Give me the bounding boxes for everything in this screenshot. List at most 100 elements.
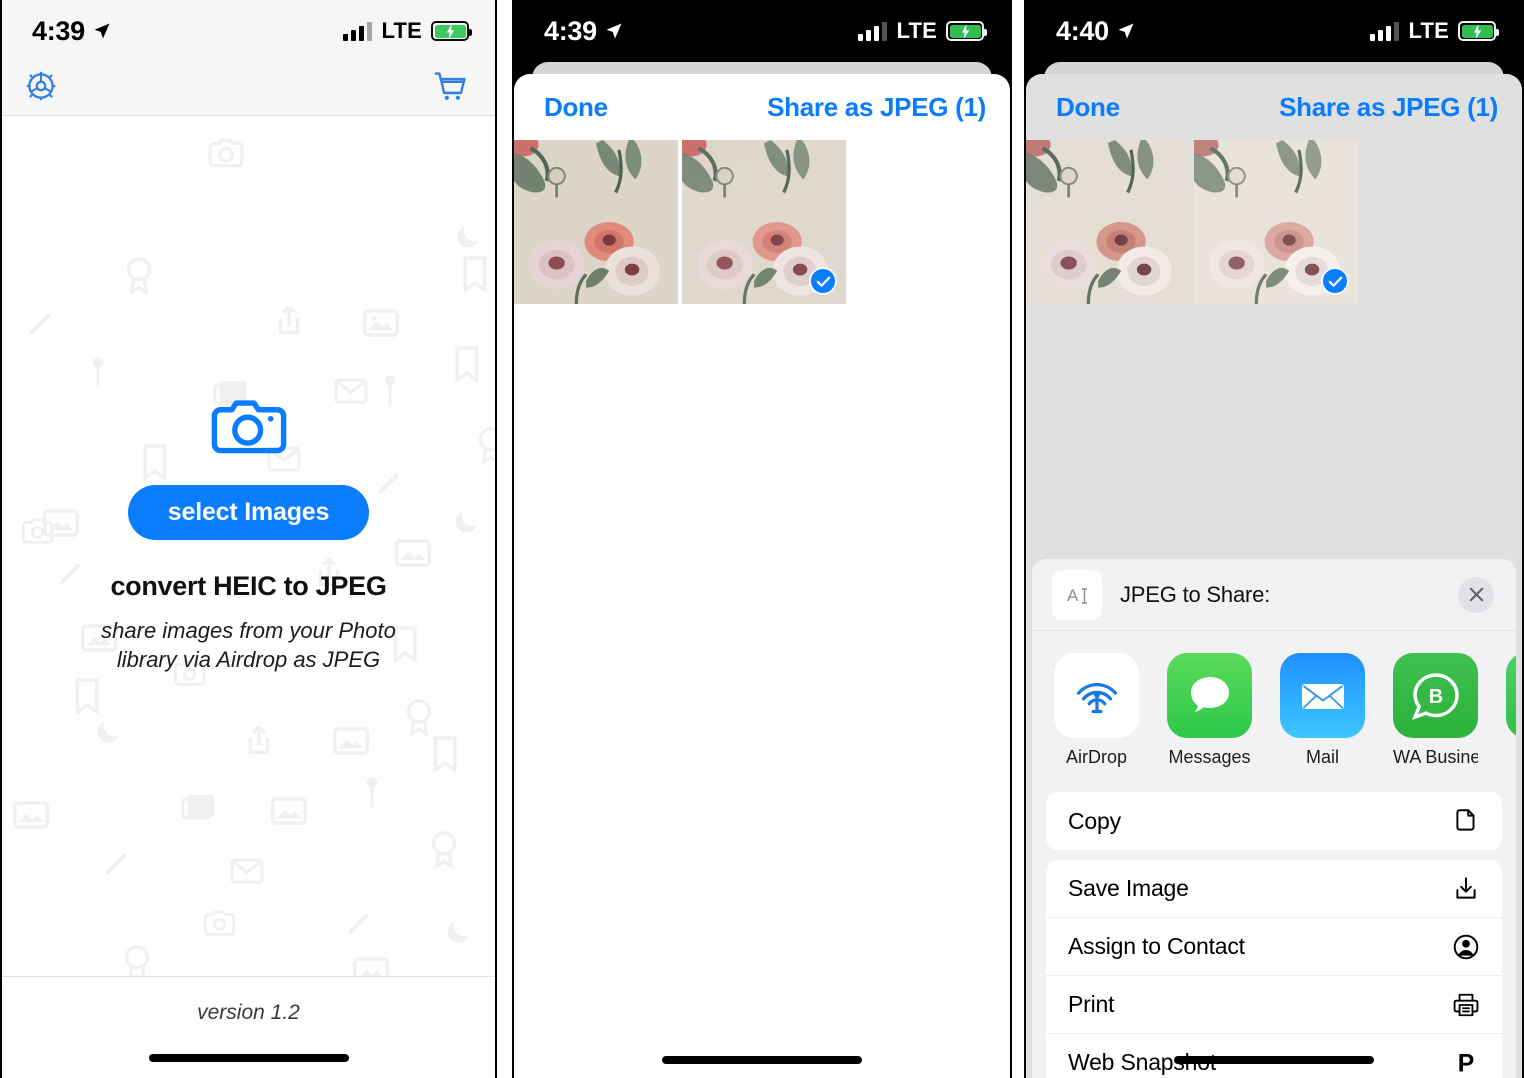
done-button[interactable]: Done: [1056, 92, 1120, 123]
pin-icon: [92, 357, 104, 388]
bookmark-icon: [75, 678, 99, 714]
airdrop-icon: [1054, 653, 1139, 738]
pin-icon: [366, 777, 378, 808]
share-action-save-image[interactable]: Save Image: [1046, 860, 1502, 918]
photo-icon: [362, 309, 400, 337]
badge-icon: [406, 699, 432, 737]
home-indicator[interactable]: [662, 1056, 862, 1064]
pencil-icon: [347, 913, 369, 935]
photo-picker: Done Share as JPEG (1): [514, 62, 1010, 1078]
status-time: 4:39: [32, 15, 85, 46]
home-body: select Images convert HEIC to JPEG share…: [2, 116, 495, 976]
svg-text:B: B: [1428, 686, 1442, 708]
home-indicator[interactable]: [148, 1054, 349, 1062]
peonies-photo: [1026, 140, 1190, 304]
location-arrow-icon: [1118, 23, 1134, 39]
share-app-messages[interactable]: Messages: [1167, 653, 1252, 768]
select-images-button[interactable]: select Images: [128, 485, 369, 540]
share-action-label: Copy: [1068, 807, 1121, 834]
picker-nav-bar: Done Share as JPEG (1): [514, 74, 1010, 140]
moon-icon: [447, 921, 469, 943]
shopping-cart-icon[interactable]: [433, 69, 469, 108]
svg-text:P: P: [1458, 1050, 1475, 1076]
copy-icon: [1452, 807, 1480, 835]
photos-stack-icon: [181, 795, 215, 820]
share-app-mail[interactable]: Mail: [1280, 653, 1365, 768]
phone-screen-share-sheet: 4:40 LTE Done Share as JPEG (1) A JPEG t…: [1024, 0, 1524, 1078]
bookmark-icon: [463, 256, 487, 292]
share-as-jpeg-button[interactable]: Share as JPEG (1): [1279, 92, 1498, 123]
messages-icon: [1167, 653, 1252, 738]
badge-icon: [124, 945, 150, 976]
home-indicator[interactable]: [1174, 1056, 1374, 1064]
signal-bars-icon: [343, 21, 373, 41]
camera-icon: [208, 138, 244, 168]
photo-icon: [352, 957, 390, 976]
photo-picker-dimmed: Done Share as JPEG (1) A JPEG to Share: …: [1026, 62, 1522, 1078]
status-right-group: LTE: [1370, 18, 1499, 44]
done-button[interactable]: Done: [544, 92, 608, 123]
selected-check-icon: [809, 267, 837, 295]
svg-text:A: A: [1067, 586, 1079, 605]
share-sheet: A JPEG to Share: AirDrop Messages Mail B…: [1032, 559, 1516, 1078]
picker-nav-bar: Done Share as JPEG (1): [1026, 74, 1522, 140]
status-time-group: 4:39: [544, 16, 624, 47]
share-as-jpeg-button[interactable]: Share as JPEG (1): [767, 92, 986, 123]
battery-charging-icon: [1458, 21, 1499, 41]
signal-bars-icon: [858, 21, 888, 41]
photo-thumbnail-selected[interactable]: [682, 140, 846, 304]
picker-sheet: Done Share as JPEG (1): [514, 74, 1010, 1078]
share-icon: [248, 725, 270, 755]
share-action-print[interactable]: Print: [1046, 976, 1502, 1034]
hero-section: select Images convert HEIC to JPEG share…: [2, 394, 495, 675]
moon-icon: [97, 721, 119, 743]
status-bar: 4:39 LTE: [514, 0, 1010, 62]
photo-thumbnail[interactable]: [1026, 140, 1190, 304]
photo-icon: [270, 797, 308, 825]
moon-icon: [457, 226, 479, 248]
status-time: 4:39: [544, 15, 597, 46]
phone-screen-picker: 4:39 LTE Done Share as JPEG (1): [512, 0, 1012, 1078]
pencil-icon: [105, 853, 127, 875]
gear-icon[interactable]: [24, 69, 58, 108]
status-bar: 4:40 LTE: [1026, 0, 1522, 62]
text-document-icon: A: [1052, 569, 1102, 620]
battery-charging-icon: [431, 21, 472, 41]
share-app-label: WA Business: [1393, 747, 1478, 767]
share-app-wa-business[interactable]: B WA Business: [1393, 653, 1478, 768]
contact-icon: [1452, 933, 1480, 961]
share-action-label: Assign to Contact: [1068, 933, 1245, 959]
envelope-icon: [230, 858, 264, 884]
share-action-copy[interactable]: Copy: [1046, 792, 1502, 850]
status-time-group: 4:40: [1056, 16, 1136, 47]
status-bar: 4:39 LTE: [2, 0, 495, 62]
badge-icon: [431, 831, 457, 869]
share-app-airdrop[interactable]: AirDrop: [1054, 653, 1139, 768]
share-action-label: Save Image: [1068, 875, 1189, 901]
hero-title: convert HEIC to JPEG: [110, 571, 387, 601]
whatsapp-icon: [1506, 653, 1516, 738]
photo-icon: [332, 727, 370, 755]
share-action-assign-contact[interactable]: Assign to Contact: [1046, 918, 1502, 976]
carrier-label: LTE: [381, 18, 422, 43]
phone-screen-home: 4:39 LTE select Images convert HEIC to J…: [0, 0, 497, 1078]
share-app-whatsapp[interactable]: Wh: [1506, 653, 1516, 768]
camera-icon: [204, 910, 236, 936]
photo-thumbnail[interactable]: [514, 140, 678, 304]
app-toolbar: [2, 62, 495, 116]
signal-bars-icon: [1370, 21, 1400, 41]
hero-subtitle: share images from your Photo library via…: [101, 618, 396, 673]
share-apps-row[interactable]: AirDrop Messages Mail B WA Busin: [1032, 631, 1516, 782]
bookmark-icon: [455, 346, 479, 382]
carrier-label: LTE: [896, 18, 937, 43]
share-app-label: Mail: [1305, 747, 1339, 767]
pocket-p-icon: P: [1452, 1049, 1480, 1076]
version-footer: version 1.2: [2, 976, 495, 1076]
printer-icon: [1452, 991, 1480, 1019]
battery-charging-icon: [946, 21, 987, 41]
status-right-group: LTE: [343, 18, 472, 44]
share-actions-group-secondary: Save Image Assign to Contact Print Web S…: [1046, 860, 1502, 1078]
close-icon[interactable]: [1458, 576, 1494, 613]
photo-thumbnail-selected[interactable]: [1194, 140, 1358, 304]
share-sheet-title: JPEG to Share:: [1120, 581, 1271, 607]
